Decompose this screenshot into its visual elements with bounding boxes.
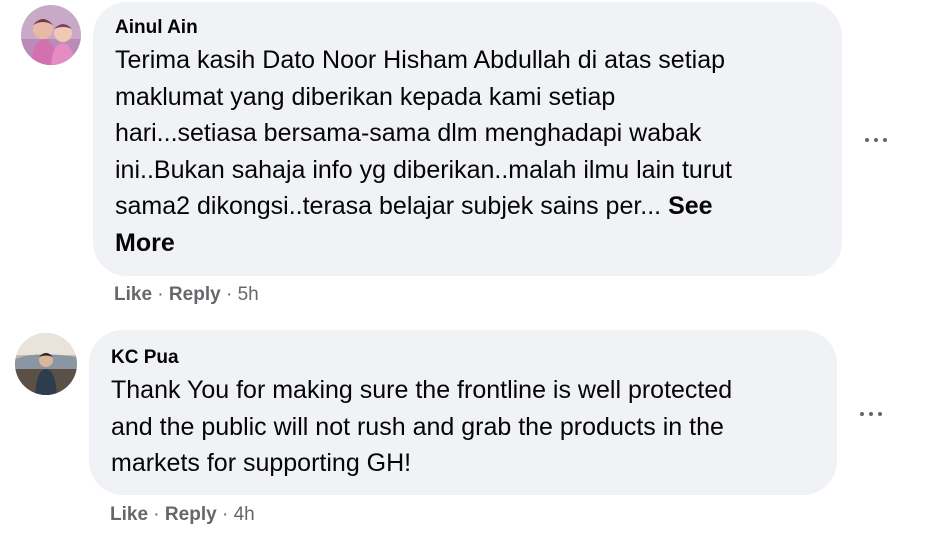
like-button[interactable]: Like bbox=[110, 504, 148, 525]
comment-author[interactable]: Ainul Ain bbox=[115, 16, 822, 40]
avatar-image bbox=[15, 333, 77, 395]
timestamp[interactable]: 4h bbox=[234, 504, 255, 525]
comment-text: Terima kasih Dato Noor Hisham Abdullah d… bbox=[115, 42, 822, 261]
avatar-ainul-ain[interactable] bbox=[21, 5, 81, 65]
comment-author[interactable]: KC Pua bbox=[111, 346, 817, 370]
separator: · bbox=[148, 504, 165, 525]
avatar-image bbox=[21, 5, 81, 65]
separator: · bbox=[220, 284, 238, 305]
separator: · bbox=[216, 504, 234, 525]
avatar-kc-pua[interactable] bbox=[15, 333, 77, 395]
reply-button[interactable]: Reply bbox=[169, 284, 221, 305]
timestamp[interactable]: 5h bbox=[238, 284, 259, 305]
separator: · bbox=[152, 284, 169, 305]
comment-bubble: Ainul Ain Terima kasih Dato Noor Hisham … bbox=[93, 2, 842, 276]
more-options-icon[interactable] bbox=[857, 404, 887, 424]
comment-text: Thank You for making sure the frontline … bbox=[111, 376, 733, 477]
more-options-icon[interactable] bbox=[862, 130, 892, 150]
comment-actions: Like · Reply · 4h bbox=[110, 503, 255, 527]
comment-bubble: KC Pua Thank You for making sure the fro… bbox=[89, 330, 837, 495]
like-button[interactable]: Like bbox=[114, 284, 152, 305]
comment-body: Terima kasih Dato Noor Hisham Abdullah d… bbox=[115, 46, 733, 220]
reply-button[interactable]: Reply bbox=[165, 504, 217, 525]
comment-actions: Like · Reply · 5h bbox=[114, 283, 259, 307]
